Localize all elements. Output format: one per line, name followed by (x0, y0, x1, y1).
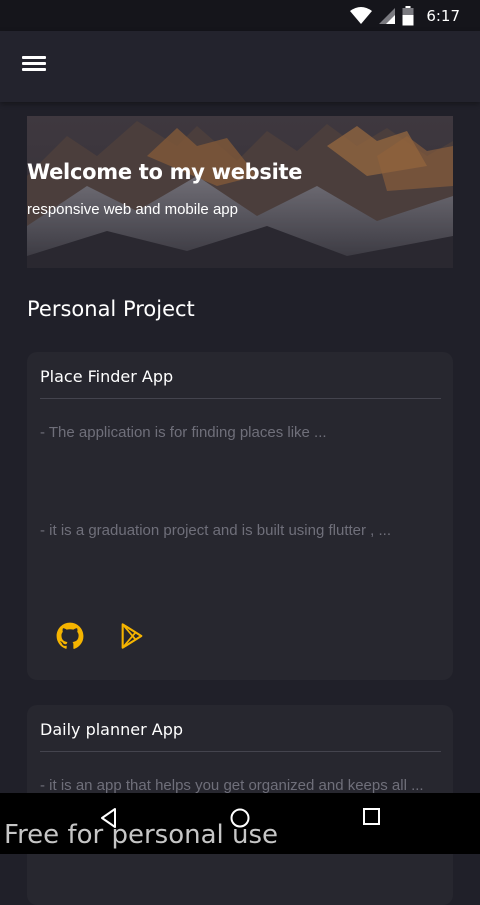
divider (40, 751, 441, 752)
project-title: Place Finder App (40, 367, 174, 386)
project-description: - it is an app that helps you get organi… (40, 777, 424, 794)
wifi-icon (350, 7, 373, 24)
recents-icon[interactable] (362, 807, 382, 832)
status-time: 6:17 (426, 7, 460, 25)
status-bar: 6:17 (0, 0, 480, 31)
mountain-background-image (27, 116, 453, 268)
project-title: Daily planner App (40, 720, 184, 739)
divider (40, 398, 441, 399)
hamburger-menu-icon[interactable] (22, 53, 50, 79)
section-title: Personal Project (27, 297, 195, 321)
battery-icon (402, 6, 414, 26)
project-card: Place Finder App - The application is fo… (27, 352, 453, 680)
app-bar (0, 31, 480, 102)
cell-signal-icon (379, 8, 396, 24)
google-play-icon[interactable] (118, 622, 148, 652)
hero-banner: Welcome to my website responsive web and… (27, 116, 453, 268)
project-description: - it is a graduation project and is buil… (40, 522, 392, 539)
project-description: - The application is for finding places … (40, 424, 327, 441)
github-icon[interactable] (56, 622, 86, 652)
watermark-text: Free for personal use (4, 820, 279, 850)
hero-subtitle: responsive web and mobile app (27, 201, 238, 218)
hero-title: Welcome to my website (27, 160, 303, 184)
